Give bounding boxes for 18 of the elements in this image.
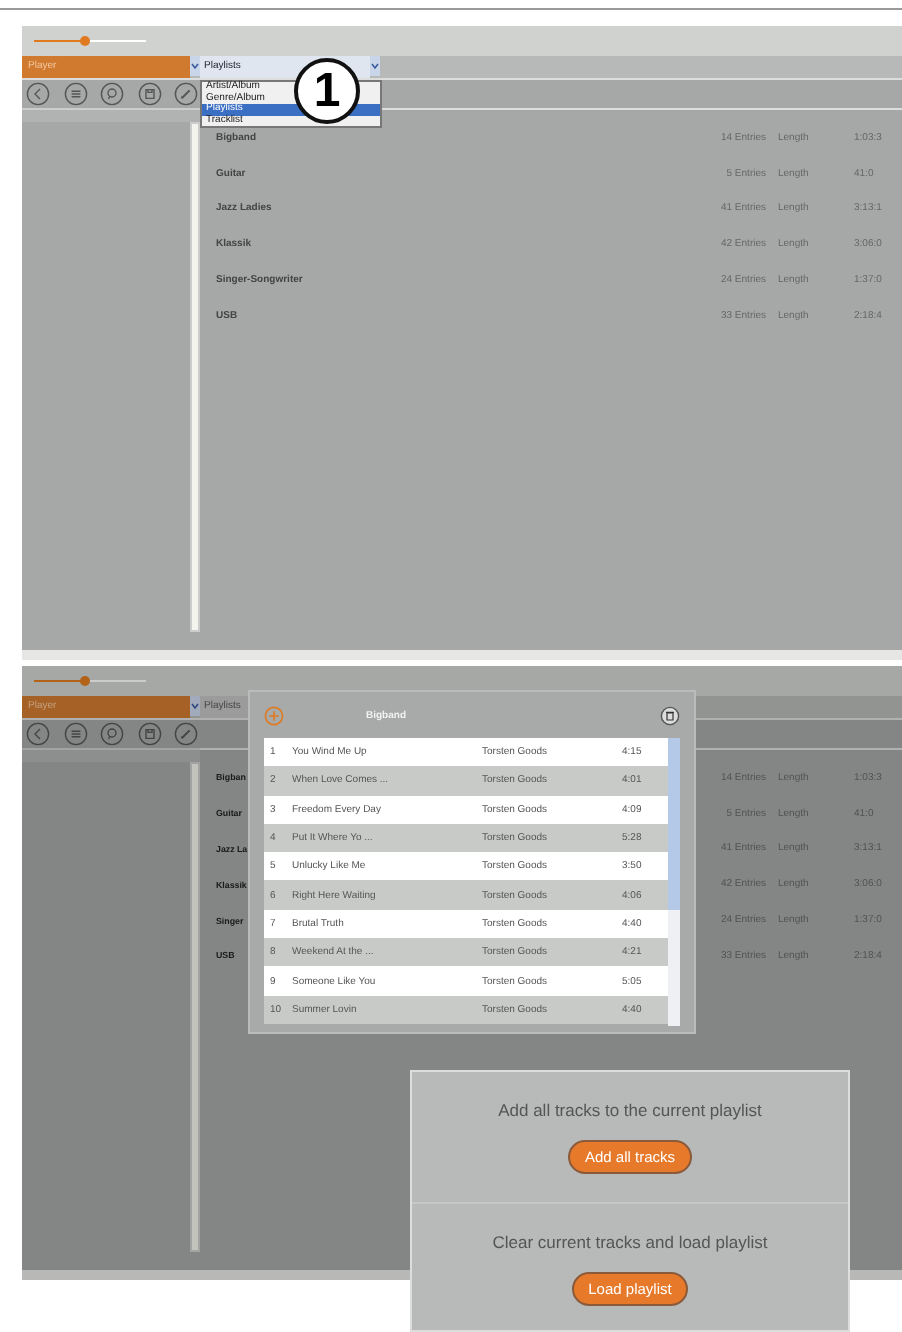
action-description: Add all tracks to the current playlist [498,1100,762,1120]
action-description: Clear current tracks and load playlist [492,1232,768,1252]
back-icon[interactable] [26,82,50,106]
menu-icon[interactable] [63,82,87,106]
trash-icon[interactable] [660,705,680,725]
search-icon[interactable] [100,722,124,746]
menu-icon[interactable] [63,722,87,746]
search-icon[interactable] [100,82,124,106]
slider-thumb[interactable] [80,35,91,45]
pencil-icon[interactable] [174,722,198,746]
scrollbar[interactable] [190,122,200,632]
scrollbar[interactable] [668,738,680,1026]
scrollbar[interactable] [190,762,200,1252]
save-icon[interactable] [137,722,161,746]
pencil-icon[interactable] [174,82,198,106]
slider-thumb[interactable] [80,675,91,685]
back-icon[interactable] [26,722,50,746]
save-icon[interactable] [137,82,161,106]
